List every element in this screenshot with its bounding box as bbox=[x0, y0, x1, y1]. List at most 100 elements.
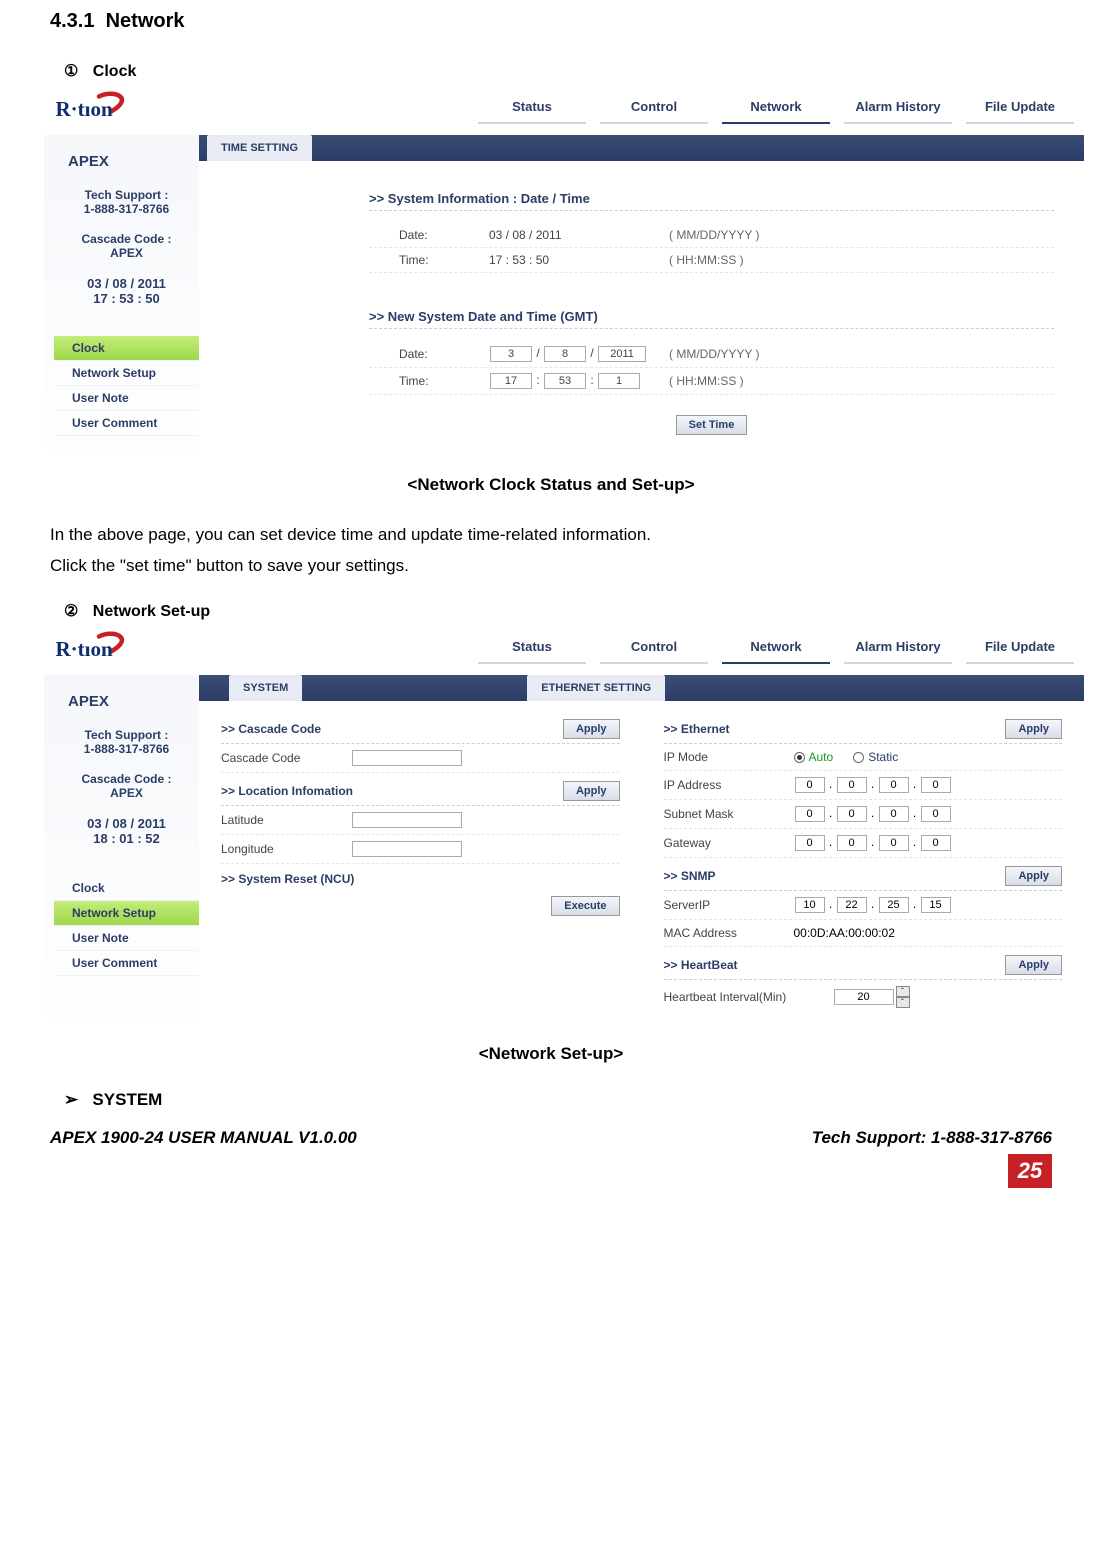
ip-octet[interactable]: 25 bbox=[879, 897, 909, 913]
sidebar-tech-label: Tech Support : bbox=[54, 728, 199, 742]
cascade-head: >> Cascade Code bbox=[221, 722, 321, 736]
set-time-button[interactable]: Set Time bbox=[676, 415, 748, 435]
spinner-up-icon[interactable]: ˆ bbox=[896, 986, 910, 997]
chevron-system: ➢ SYSTEM bbox=[64, 1090, 1052, 1110]
nav-network[interactable]: Network bbox=[722, 631, 830, 664]
nav-status[interactable]: Status bbox=[478, 631, 586, 664]
screenshot-network-setup: R·tıon Status Control Network Alarm Hist… bbox=[44, 623, 1084, 1034]
system-column: >> Cascade Code Apply Cascade Code >> Lo… bbox=[199, 701, 642, 1024]
tab-ethernet-setting[interactable]: ETHERNET SETTING bbox=[527, 675, 665, 701]
new-time-hint: ( HH:MM:SS ) bbox=[669, 374, 744, 388]
sidebar-datetime-2: 03 / 08 / 2011 18 : 01 : 52 bbox=[54, 816, 199, 846]
menu-user-note[interactable]: User Note bbox=[54, 926, 199, 951]
location-head: >> Location Infomation bbox=[221, 784, 353, 798]
ethernet-apply-button[interactable]: Apply bbox=[1005, 719, 1062, 739]
ip-octet[interactable]: 0 bbox=[795, 835, 825, 851]
nav-file-update[interactable]: File Update bbox=[966, 631, 1074, 664]
nav-network[interactable]: Network bbox=[722, 91, 830, 124]
execute-button[interactable]: Execute bbox=[551, 896, 619, 916]
radio-dot-icon bbox=[794, 752, 805, 763]
heartbeat-interval-spinner[interactable]: 20 ˆ ˇ bbox=[834, 986, 910, 1008]
ip-octet[interactable]: 0 bbox=[921, 806, 951, 822]
server-ip-label: ServerIP bbox=[664, 898, 794, 912]
ip-octet[interactable]: 15 bbox=[921, 897, 951, 913]
ip-mode-static-radio[interactable]: Static bbox=[853, 750, 898, 764]
footer-right: Tech Support: 1-888-317-8766 bbox=[812, 1128, 1052, 1148]
ip-octet[interactable]: 0 bbox=[879, 806, 909, 822]
menu-network-setup[interactable]: Network Setup bbox=[54, 361, 199, 386]
cascade-code-input[interactable] bbox=[352, 750, 462, 766]
mac-address-value: 00:0D:AA:00:00:02 bbox=[794, 926, 895, 940]
body-para-1: In the above page, you can set device ti… bbox=[50, 521, 1052, 548]
spinner-down-icon[interactable]: ˇ bbox=[896, 997, 910, 1008]
gateway-label: Gateway bbox=[664, 836, 794, 850]
tab-system[interactable]: SYSTEM bbox=[229, 675, 302, 701]
latitude-input[interactable] bbox=[352, 812, 462, 828]
nav-file-update[interactable]: File Update bbox=[966, 91, 1074, 124]
nav-status[interactable]: Status bbox=[478, 91, 586, 124]
subitem-1-marker: ① bbox=[64, 63, 78, 80]
ip-octet[interactable]: 0 bbox=[921, 835, 951, 851]
new-date-hint: ( MM/DD/YYYY ) bbox=[669, 347, 759, 361]
subitem-1-title: Clock bbox=[93, 63, 137, 80]
ip-octet[interactable]: 0 bbox=[795, 806, 825, 822]
ip-octet[interactable]: 0 bbox=[837, 835, 867, 851]
sidebar-cascade: Cascade Code : APEX bbox=[54, 232, 199, 260]
nav-alarm-history[interactable]: Alarm History bbox=[844, 91, 952, 124]
time-hour-input[interactable]: 17 bbox=[490, 373, 532, 389]
footer-left: APEX 1900-24 USER MANUAL V1.0.00 bbox=[50, 1128, 812, 1148]
ip-octet[interactable]: 0 bbox=[837, 806, 867, 822]
date-day-input[interactable]: 8 bbox=[544, 346, 586, 362]
cascade-code-label: Cascade Code bbox=[221, 751, 351, 765]
ip-octet[interactable]: 22 bbox=[837, 897, 867, 913]
sidebar-menu: Clock Network Setup User Note User Comme… bbox=[54, 336, 199, 436]
menu-user-note[interactable]: User Note bbox=[54, 386, 199, 411]
tab-time-setting[interactable]: TIME SETTING bbox=[207, 135, 312, 161]
ip-mode-auto-radio[interactable]: Auto bbox=[794, 750, 834, 764]
caption-2: <Network Set-up> bbox=[50, 1044, 1052, 1064]
ip-octet[interactable]: 0 bbox=[837, 777, 867, 793]
sidebar-date: 03 / 08 / 2011 bbox=[54, 276, 199, 291]
sidebar-title: APEX bbox=[68, 153, 199, 170]
cascade-apply-button[interactable]: Apply bbox=[563, 719, 620, 739]
nav-control[interactable]: Control bbox=[600, 631, 708, 664]
menu-clock[interactable]: Clock bbox=[54, 336, 199, 361]
heartbeat-head: >> HeartBeat bbox=[664, 958, 738, 972]
ip-octet[interactable]: 0 bbox=[879, 835, 909, 851]
sidebar-tech-label: Tech Support : bbox=[54, 188, 199, 202]
subitem-1: ① Clock bbox=[64, 61, 1052, 81]
screenshot-clock: R·tıon Status Control Network Alarm Hist… bbox=[44, 83, 1084, 465]
snmp-apply-button[interactable]: Apply bbox=[1005, 866, 1062, 886]
page-number: 25 bbox=[1008, 1154, 1052, 1188]
location-apply-button[interactable]: Apply bbox=[563, 781, 620, 801]
ip-octet[interactable]: 0 bbox=[879, 777, 909, 793]
menu-clock[interactable]: Clock bbox=[54, 876, 199, 901]
server-ip-input[interactable]: 10 . 22 . 25 . 15 bbox=[794, 897, 952, 913]
sidebar-cascade-value: APEX bbox=[54, 246, 199, 260]
sidebar-cascade-value: APEX bbox=[54, 786, 199, 800]
sidebar-date: 03 / 08 / 2011 bbox=[54, 816, 199, 831]
heartbeat-apply-button[interactable]: Apply bbox=[1005, 955, 1062, 975]
ip-octet[interactable]: 0 bbox=[795, 777, 825, 793]
date-year-input[interactable]: 2011 bbox=[598, 346, 646, 362]
time-label: Time: bbox=[369, 253, 489, 267]
heartbeat-interval-input[interactable]: 20 bbox=[834, 989, 894, 1005]
menu-user-comment[interactable]: User Comment bbox=[54, 411, 199, 436]
menu-user-comment[interactable]: User Comment bbox=[54, 951, 199, 976]
time-sec-input[interactable]: 1 bbox=[598, 373, 640, 389]
caption-1: <Network Clock Status and Set-up> bbox=[50, 475, 1052, 495]
longitude-input[interactable] bbox=[352, 841, 462, 857]
date-month-input[interactable]: 3 bbox=[490, 346, 532, 362]
ip-address-input[interactable]: 0 . 0 . 0 . 0 bbox=[794, 777, 952, 793]
subnet-mask-input[interactable]: 0 . 0 . 0 . 0 bbox=[794, 806, 952, 822]
nav-alarm-history[interactable]: Alarm History bbox=[844, 631, 952, 664]
time-value: 17 : 53 : 50 bbox=[489, 253, 669, 267]
menu-network-setup[interactable]: Network Setup bbox=[54, 901, 199, 926]
gateway-input[interactable]: 0 . 0 . 0 . 0 bbox=[794, 835, 952, 851]
ip-octet[interactable]: 10 bbox=[795, 897, 825, 913]
nav-control[interactable]: Control bbox=[600, 91, 708, 124]
time-min-input[interactable]: 53 bbox=[544, 373, 586, 389]
ip-octet[interactable]: 0 bbox=[921, 777, 951, 793]
snmp-head: >> SNMP bbox=[664, 869, 716, 883]
sidebar-2: APEX Tech Support : 1-888-317-8766 Casca… bbox=[44, 675, 199, 1034]
